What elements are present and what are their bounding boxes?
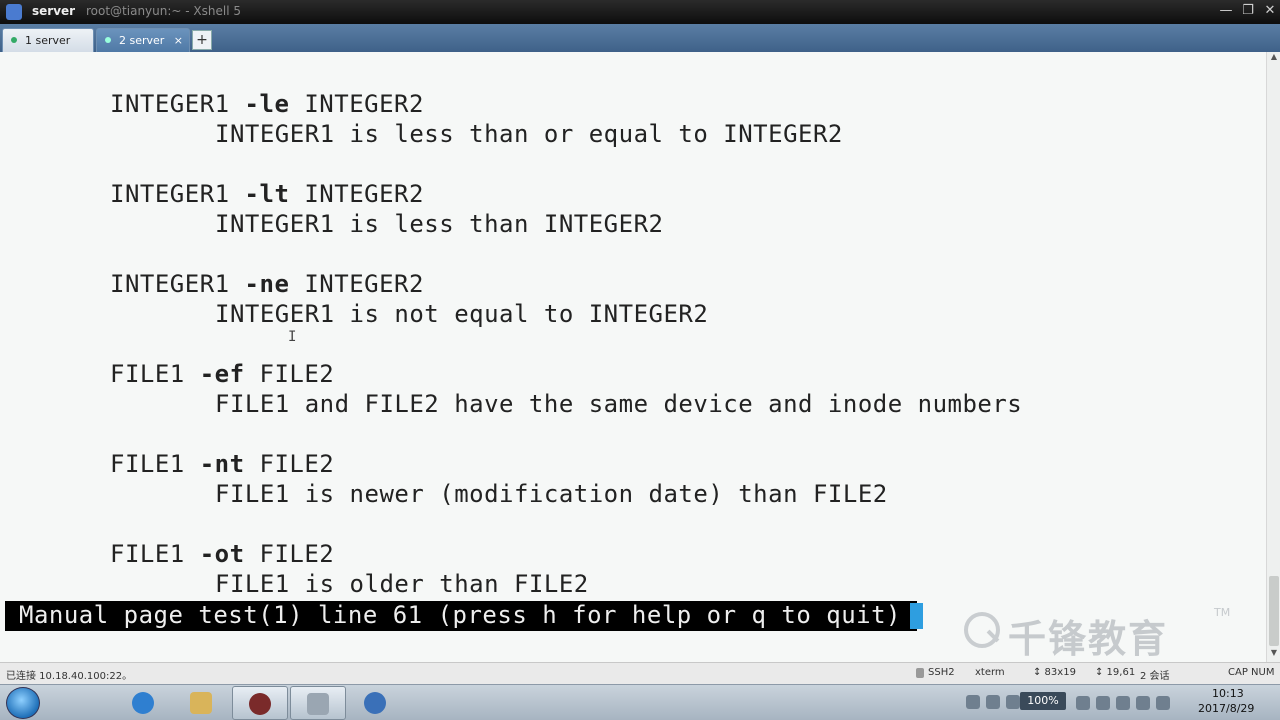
terminal-line: FILE1 -ot FILE2 [110,540,335,568]
brand-logo-icon [964,612,1000,648]
clock-date[interactable]: 2017/8/29 [1198,702,1254,715]
chevron-icon[interactable] [1156,696,1170,710]
ibeam-cursor-icon: I [288,329,297,345]
tab-close-icon[interactable]: × [174,30,183,52]
title-bar: server root@tianyun:~ - Xshell 5 — ❐ ✕ [0,0,1280,24]
help-icon[interactable] [966,695,980,709]
taskbar-browser-button[interactable] [348,686,404,720]
xshell-app-icon[interactable] [6,4,22,20]
connected-status-icon [11,37,17,43]
tab-server-1[interactable]: 1 server [2,28,94,52]
windows-taskbar: 100% 10:13 2017/8/29 [0,684,1280,720]
scroll-thumb[interactable] [1269,576,1279,646]
lock-icon [916,668,924,678]
brand-name: 千锋教育 [1008,617,1169,661]
window-title: server [32,4,76,18]
speaker-icon[interactable] [1136,696,1150,710]
brand-trademark: TM [1214,606,1231,619]
terminal-line: FILE1 -nt FILE2 [110,450,335,478]
cursor-position-label: ↕ 19,61 [1095,667,1136,678]
new-tab-button[interactable]: + [192,30,212,50]
minimize-button[interactable]: — [1216,2,1236,20]
terminal-line: INTEGER1 -le INTEGER2 [110,90,424,118]
terminal-type-label: xterm [975,667,1005,678]
screen-icon[interactable] [1096,696,1110,710]
scroll-up-icon[interactable]: ▲ [1267,52,1280,66]
tab-label: 2 server [119,34,165,47]
key-state-label: CAP NUM [1228,667,1275,678]
window-subtitle: root@tianyun:~ - Xshell 5 [86,4,242,18]
app-icon [249,693,271,715]
protocol-label: SSH2 [928,667,955,678]
terminal-scrollbar[interactable]: ▲ ▼ [1266,52,1280,662]
watermark-overlay [1050,32,1260,46]
terminal-line: FILE1 and FILE2 have the same device and… [215,390,1023,418]
terminal-size-label: ↕ 83x19 [1033,667,1076,678]
man-status-text: Manual page test(1) line 61 (press h for… [19,601,902,629]
tab-label: 1 server [25,34,71,47]
terminal-line: INTEGER1 -ne INTEGER2 [110,270,424,298]
volume-icon[interactable] [1006,695,1020,709]
man-status-line: Manual page test(1) line 61 (press h for… [5,601,923,631]
terminal-line: FILE1 is newer (modification date) than … [215,480,888,508]
connected-status-icon [105,37,111,43]
flag-icon[interactable] [1116,696,1130,710]
tab-server-2[interactable]: 2 server × [96,28,190,52]
camera-icon[interactable] [1076,696,1090,710]
close-button[interactable]: ✕ [1260,2,1280,20]
xshell-status-bar: 已连接 10.18.40.100:22。 SSH2 xterm ↕ 83x19 … [0,662,1280,684]
terminal-area[interactable]: INTEGER1 -le INTEGER2 INTEGER1 is less t… [0,52,1266,662]
browser-icon [364,692,386,714]
taskbar-ie-button[interactable] [116,686,172,720]
session-count-label: 2 会话 [1140,671,1170,682]
terminal-cursor [910,603,923,629]
taskbar-app-button[interactable] [232,686,288,720]
terminal-line: INTEGER1 is less than or equal to INTEGE… [215,120,843,148]
folder-icon [190,692,212,714]
taskbar-explorer-button[interactable] [174,686,230,720]
scroll-down-icon[interactable]: ▼ [1267,648,1280,662]
xshell-icon [307,693,329,715]
connection-status: 已连接 10.18.40.100:22。 [6,671,133,682]
network-icon[interactable] [986,695,1000,709]
maximize-button[interactable]: ❐ [1238,2,1258,20]
clock-time[interactable]: 10:13 [1212,687,1244,700]
terminal-line: INTEGER1 -lt INTEGER2 [110,180,424,208]
terminal-line: FILE1 -ef FILE2 [110,360,335,388]
taskbar-xshell-button[interactable] [290,686,346,720]
terminal-line: INTEGER1 is not equal to INTEGER2 [215,300,709,328]
internet-explorer-icon [132,692,154,714]
start-button[interactable] [6,687,40,719]
session-tab-bar: 1 server 2 server × + [0,24,1280,52]
terminal-line: FILE1 is older than FILE2 [215,570,589,598]
terminal-line: INTEGER1 is less than INTEGER2 [215,210,664,238]
zoom-level-badge[interactable]: 100% [1020,692,1066,710]
